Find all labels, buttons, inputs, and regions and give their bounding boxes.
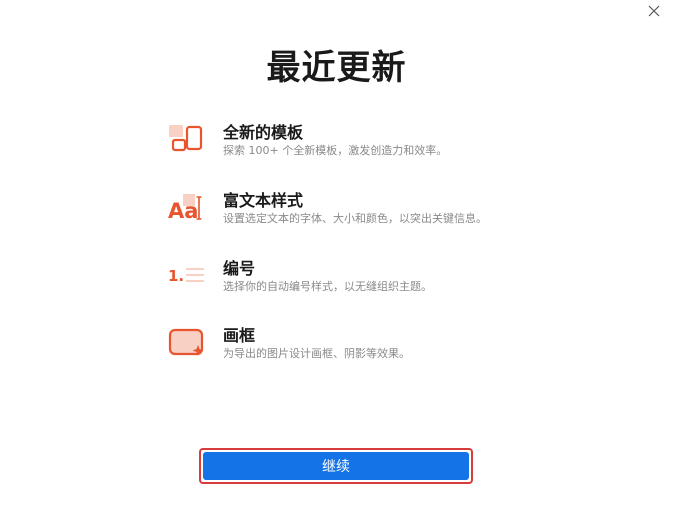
feature-description: 为导出的图片设计画框、阴影等效果。 xyxy=(223,347,410,360)
rich-text-glyph: Aa xyxy=(168,199,198,223)
feature-title: 编号 xyxy=(223,259,256,278)
feature-rich-text: Aa 富文本样式 设置选定文本的字体、大小和颜色，以突出关键信息。 xyxy=(167,187,507,237)
feature-description: 设置选定文本的字体、大小和颜色，以突出关键信息。 xyxy=(223,212,487,225)
rich-text-icon: Aa xyxy=(167,191,207,225)
page-title: 最近更新 xyxy=(266,48,407,88)
feature-templates: 全新的模板 探索 100+ 个全新模板，激发创造力和效率。 xyxy=(167,119,507,169)
numbering-glyph: 1. xyxy=(168,267,184,285)
feature-title: 画框 xyxy=(223,326,256,345)
feature-description: 探索 100+ 个全新模板，激发创造力和效率。 xyxy=(223,144,448,157)
close-icon xyxy=(648,5,660,17)
feature-title: 全新的模板 xyxy=(223,123,304,142)
feature-frame: 画框 为导出的图片设计画框、阴影等效果。 xyxy=(167,322,507,372)
continue-button-highlight: 继续 xyxy=(199,448,473,484)
close-button[interactable] xyxy=(645,2,663,20)
feature-numbering: 1. 编号 选择你的自动编号样式，以无缝组织主题。 xyxy=(167,255,507,305)
continue-button[interactable]: 继续 xyxy=(203,452,469,480)
frame-icon xyxy=(167,326,207,360)
templates-icon xyxy=(167,123,207,157)
numbering-icon: 1. xyxy=(167,259,207,293)
feature-title: 富文本样式 xyxy=(223,191,304,210)
feature-description: 选择你的自动编号样式，以无缝组织主题。 xyxy=(223,280,432,293)
